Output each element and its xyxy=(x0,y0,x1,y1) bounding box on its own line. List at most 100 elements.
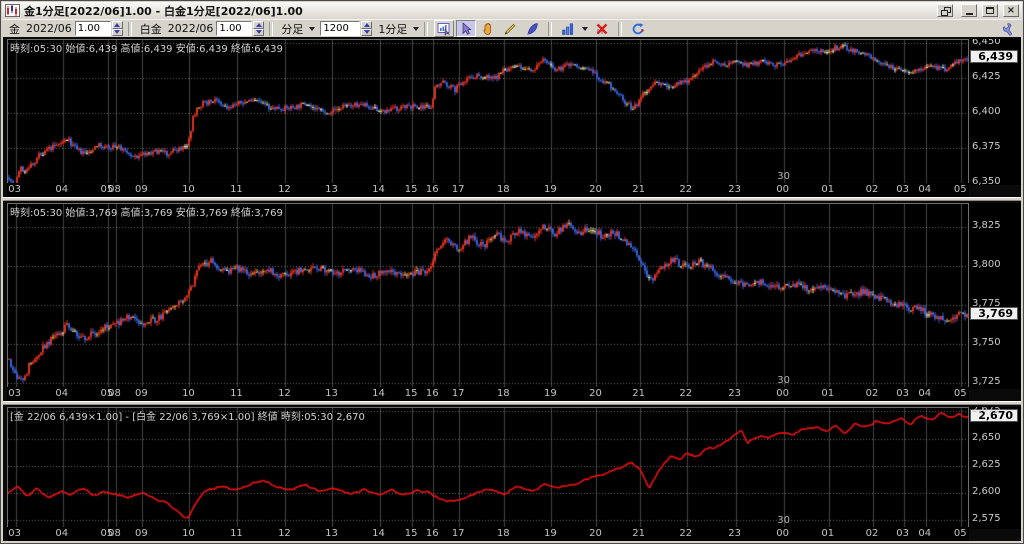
refresh-button[interactable] xyxy=(628,20,648,37)
toolbar-separator xyxy=(618,21,623,36)
price-tick-label: 2,675 xyxy=(972,407,1001,416)
gold-plot-area: 時刻:05:30 始値:6,439 高値:6,439 安値:6,439 終値:6… xyxy=(7,39,969,185)
chevron-down-icon xyxy=(309,26,316,31)
time-tick-label: 11 xyxy=(230,184,243,195)
time-tick-label: 04 xyxy=(918,184,932,195)
platinum-symbol-label: 白金 xyxy=(139,22,162,36)
toolbar: 金 2022/06 白金 2022/06 分足 1分足 xyxy=(2,19,1022,37)
gold-contract-month[interactable]: 2022/06 xyxy=(26,22,72,35)
delete-drawings-button[interactable] xyxy=(592,20,612,37)
time-tick-label: 08 xyxy=(108,528,121,539)
time-tick-label: 17 xyxy=(451,388,465,399)
bar-count-input[interactable] xyxy=(320,21,361,36)
time-tick-label: 17 xyxy=(451,184,465,195)
time-tick-label: 18 xyxy=(496,528,510,539)
window-title: 金1分足[2022/06]1.00 - 白金1分足[2022/06]1.00 xyxy=(24,4,303,18)
draw-line-button[interactable] xyxy=(500,20,520,37)
interval-dropdown[interactable]: 1分足 xyxy=(378,21,407,37)
close-button[interactable]: × xyxy=(1003,4,1019,17)
time-tick-label: 00 xyxy=(776,528,790,539)
chevron-down-icon[interactable] xyxy=(582,26,589,31)
candlestick-chart-icon xyxy=(5,4,20,17)
gold-multiplier-stepper[interactable] xyxy=(111,21,123,36)
time-tick-label: 17 xyxy=(451,528,465,539)
platinum-plot-area: 時刻:05:30 始値:3,769 高値:3,769 安値:3,769 終値:3… xyxy=(7,203,969,389)
chart-cursor-button[interactable] xyxy=(434,20,455,37)
price-tick-label: 3,775 xyxy=(972,298,1001,310)
gold-multiplier-input[interactable] xyxy=(74,21,111,36)
time-tick-label: 05 xyxy=(953,388,967,399)
draw-freehand-button[interactable] xyxy=(522,20,542,37)
time-tick-label: 23 xyxy=(728,184,742,195)
time-tick-label: 09 xyxy=(135,388,148,399)
maximize-button[interactable] xyxy=(982,4,998,17)
pan-tool-button[interactable] xyxy=(478,20,498,37)
time-tick-label: 16 xyxy=(425,184,439,195)
time-tick-label: 13 xyxy=(325,184,338,195)
price-tick-label: 6,425 xyxy=(972,70,1001,82)
price-tick-label: 2,625 xyxy=(972,458,1001,470)
chart-cursor-icon xyxy=(437,22,451,36)
wrench-icon xyxy=(1003,23,1012,36)
time-tick-label: 15 xyxy=(404,388,418,399)
price-tick-label: 6,375 xyxy=(972,140,1001,152)
platinum-multiplier-stepper[interactable] xyxy=(253,21,265,36)
quill-icon xyxy=(527,22,539,35)
toolbar-separator xyxy=(424,21,429,36)
float-window-icon xyxy=(940,6,951,16)
spread-time-axis: 03 04 05 08 09 10 11 12 13 14 15 16 17 18 19 20 21 22 23 00… xyxy=(7,527,969,541)
chart-style-button[interactable] xyxy=(558,20,578,37)
time-tick-label: 03 xyxy=(8,184,22,195)
time-tick-label: 13 xyxy=(325,528,338,539)
price-tick-label: 3,800 xyxy=(972,259,1001,271)
spread-chart-canvas[interactable] xyxy=(8,408,968,528)
time-tick-label: 04 xyxy=(55,184,69,195)
platinum-chart-canvas[interactable] xyxy=(8,204,968,388)
select-tool-button[interactable] xyxy=(456,20,477,37)
pencil-icon xyxy=(505,23,516,35)
refresh-icon xyxy=(633,22,645,34)
platinum-time-axis: 03 04 05 08 09 10 11 12 13 14 15 16 17 18 19 20 21 22 23 00… xyxy=(7,387,969,401)
gold-current-price-badge: 6,439 xyxy=(970,50,1018,64)
time-tick-label: 20 xyxy=(589,388,602,399)
time-tick-label: 08 xyxy=(108,388,121,399)
time-tick-label: 04 xyxy=(55,528,69,539)
time-tick-label: 04 xyxy=(55,388,69,399)
bar-type-dropdown[interactable]: 分足 xyxy=(281,21,303,37)
time-tick-label: 14 xyxy=(372,528,385,539)
price-tick-label: 2,650 xyxy=(972,431,1001,443)
gold-chart-canvas[interactable] xyxy=(8,40,968,184)
time-tick-label: 05 xyxy=(953,184,967,195)
time-tick-label: 12 xyxy=(278,184,291,195)
gold-time-axis: 03 04 05 08 09 10 11 12 13 14 15 16 17 18 19 20 21 22 23 00… xyxy=(7,183,969,197)
gold-chart-panel: 時刻:05:30 始値:6,439 高値:6,439 安値:6,439 終値:6… xyxy=(3,37,1021,197)
time-tick-label: 11 xyxy=(230,528,243,539)
time-tick-label: 03 xyxy=(896,388,910,399)
time-tick-label: 05 xyxy=(953,528,967,539)
time-tick-label: 20 xyxy=(589,184,602,195)
platinum-multiplier-input[interactable] xyxy=(216,21,253,36)
pan-hand-icon xyxy=(483,22,492,35)
title-bar[interactable]: 金1分足[2022/06]1.00 - 白金1分足[2022/06]1.00 × xyxy=(2,2,1022,19)
minimize-icon xyxy=(965,12,973,15)
price-tick-label: 3,825 xyxy=(972,220,1001,232)
time-tick-label: 14 xyxy=(372,184,385,195)
time-tick-label: 09 xyxy=(135,528,148,539)
spread-plot-area: [金 22/06 6,439×1.00] - [白金 22/06 3,769×1… xyxy=(7,407,969,529)
time-tick-label: 21 xyxy=(632,528,646,539)
platinum-contract-month[interactable]: 2022/06 xyxy=(168,22,214,35)
gold-symbol-label: 金 xyxy=(9,22,20,36)
minimize-button[interactable] xyxy=(961,4,977,17)
time-tick-label: 02 xyxy=(865,388,879,399)
price-tick-label: 6,350 xyxy=(972,175,1001,185)
time-tick-label: 10 xyxy=(182,388,195,399)
settings-button[interactable] xyxy=(996,20,1016,37)
price-tick-label: 6,400 xyxy=(972,105,1001,117)
time-tick-label: 02 xyxy=(865,528,879,539)
time-tick-label: 19 xyxy=(543,388,557,399)
spread-chart-panel: [金 22/06 6,439×1.00] - [白金 22/06 3,769×1… xyxy=(3,405,1021,541)
time-tick-label: 23 xyxy=(728,528,742,539)
bar-count-stepper[interactable] xyxy=(361,21,373,36)
time-tick-label: 18 xyxy=(496,184,510,195)
float-window-button[interactable] xyxy=(937,4,953,17)
